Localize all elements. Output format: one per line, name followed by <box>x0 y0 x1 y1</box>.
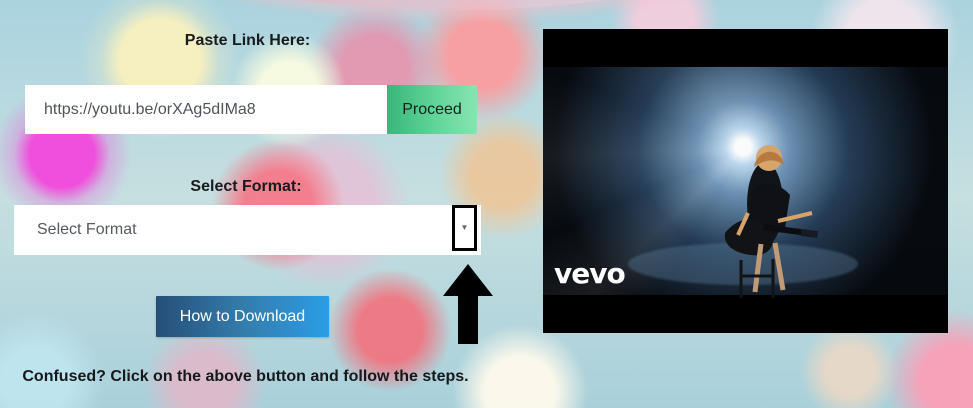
chevron-down-icon[interactable]: ▼ <box>452 205 477 251</box>
help-message: Confused? Click on the above button and … <box>22 368 469 385</box>
proceed-button[interactable]: Proceed <box>387 85 477 134</box>
youtube-url-input[interactable] <box>25 85 387 134</box>
arrow-up-icon <box>443 264 493 344</box>
vevo-logo: vevo <box>554 257 626 290</box>
format-select-value: Select Format <box>37 221 137 238</box>
paste-link-label: Paste Link Here: <box>184 32 311 49</box>
format-select[interactable]: Select Format ▼ <box>14 205 481 255</box>
performer-illustration <box>724 145 818 298</box>
select-format-label: Select Format: <box>190 178 302 195</box>
how-to-download-button[interactable]: How to Download <box>156 296 329 337</box>
video-preview[interactable]: vevo <box>543 29 948 333</box>
